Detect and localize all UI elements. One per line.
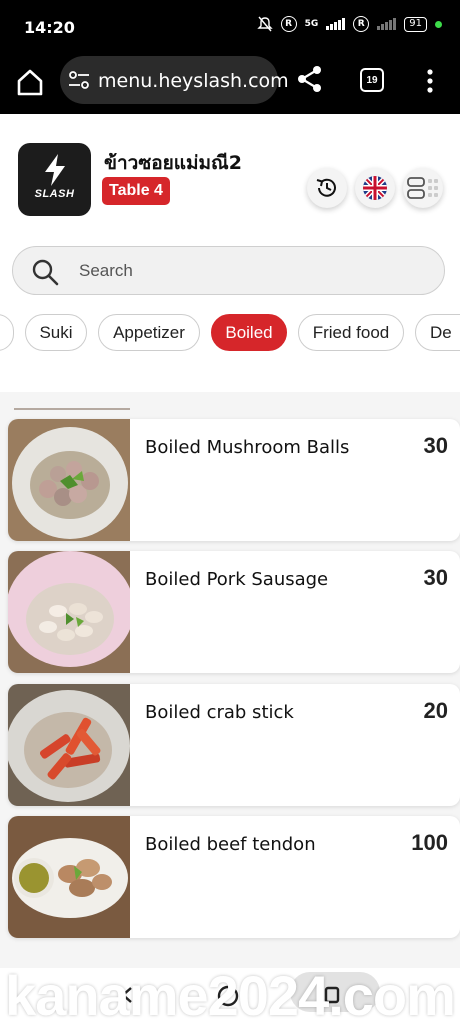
share-icon[interactable] — [296, 64, 324, 94]
menu-item-name: Boiled Pork Sausage — [145, 569, 329, 590]
network-type: 5G — [304, 19, 319, 29]
language-button[interactable] — [355, 168, 395, 208]
menu-item-name: Boiled Mushroom Balls — [145, 437, 350, 458]
status-icons: R 5G R 91 — [256, 16, 442, 32]
tune-icon[interactable] — [68, 70, 90, 90]
history-icon — [316, 178, 336, 197]
category-chip-active[interactable]: Boiled — [211, 314, 287, 351]
menu-item-name: Boiled crab stick — [145, 702, 294, 723]
category-chip[interactable]: Fried food — [298, 314, 404, 351]
more-vert-icon[interactable] — [424, 68, 436, 94]
r-icon: R — [353, 16, 370, 32]
signal-icon — [326, 18, 346, 30]
uk-flag-icon — [363, 176, 387, 200]
menu-item-price: 30 — [423, 565, 448, 590]
category-chip[interactable]: Appetizer — [98, 314, 200, 351]
logo-text: SLASH — [34, 188, 75, 200]
address-bar[interactable]: menu.heyslash.com — [60, 56, 289, 104]
menu-item-price: 20 — [423, 698, 448, 723]
menu-item-price: 30 — [423, 433, 448, 458]
status-time: 14:20 — [24, 18, 75, 37]
view-toggle-icon — [407, 177, 438, 199]
order-history-button[interactable] — [307, 168, 347, 208]
search-input[interactable]: Search — [12, 246, 445, 295]
status-bar: 14:20 R 5G R 91 — [0, 0, 460, 52]
crab-stick-photo — [8, 684, 130, 806]
search-placeholder[interactable]: Search — [79, 261, 133, 281]
battery-icon: 91 — [404, 16, 427, 32]
category-chip[interactable] — [0, 314, 14, 351]
lightning-icon — [45, 154, 65, 186]
browser-toolbar: menu.heyslash.com 19 — [0, 52, 460, 114]
table-badge: Table 4 — [102, 177, 170, 205]
home-icon[interactable] — [14, 66, 46, 98]
signal-weak-icon — [377, 18, 397, 30]
view-toggle-button[interactable] — [403, 168, 443, 208]
bell-off-icon — [256, 16, 273, 32]
tabs-icon[interactable]: 19 — [360, 68, 384, 92]
r-icon: R — [280, 16, 297, 32]
mushroom-balls-photo — [8, 419, 130, 541]
category-chip[interactable]: Suki — [25, 314, 87, 351]
category-tabs: Suki Appetizer Boiled Fried food De — [0, 314, 460, 354]
url-text[interactable]: menu.heyslash.com — [98, 70, 289, 92]
previous-item-edge — [14, 404, 130, 410]
dot-icon — [435, 20, 442, 28]
menu-item-card[interactable]: Boiled Mushroom Balls 30 — [8, 419, 460, 541]
menu-item-card[interactable]: Boiled Pork Sausage 30 — [8, 551, 460, 673]
watermark: kaname2024.com — [5, 966, 456, 1024]
menu-item-price: 100 — [411, 830, 448, 855]
menu-item-card[interactable]: Boiled beef tendon 100 — [8, 816, 460, 938]
search-icon — [32, 259, 59, 286]
menu-item-card[interactable]: Boiled crab stick 20 — [8, 684, 460, 806]
beef-tendon-photo — [8, 816, 130, 938]
category-chip[interactable]: De — [415, 314, 460, 351]
pork-sausage-photo — [8, 551, 130, 673]
restaurant-name: ข้าวซอยแม่มณี2 — [104, 152, 242, 174]
restaurant-logo: SLASH — [18, 143, 91, 216]
menu-item-name: Boiled beef tendon — [145, 834, 316, 855]
